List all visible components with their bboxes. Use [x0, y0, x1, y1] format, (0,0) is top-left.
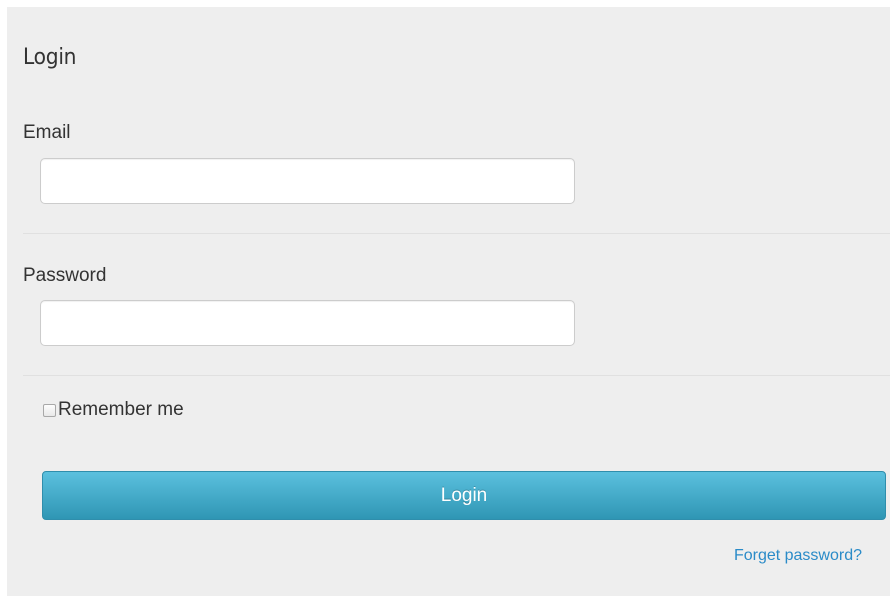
- remember-me-checkbox[interactable]: [43, 403, 56, 417]
- forget-password-link[interactable]: Forget password?: [734, 547, 862, 565]
- form-title: Login: [23, 45, 77, 70]
- divider: [23, 375, 890, 376]
- remember-me-label: Remember me: [58, 399, 184, 420]
- divider: [23, 233, 890, 234]
- remember-me-option[interactable]: Remember me: [43, 399, 184, 421]
- login-panel: Login Email Password Remember me Login F…: [7, 7, 890, 596]
- email-input[interactable]: [40, 158, 575, 204]
- login-button[interactable]: Login: [42, 471, 886, 520]
- email-label: Email: [23, 122, 71, 143]
- password-label: Password: [23, 265, 107, 286]
- password-input[interactable]: [40, 300, 575, 346]
